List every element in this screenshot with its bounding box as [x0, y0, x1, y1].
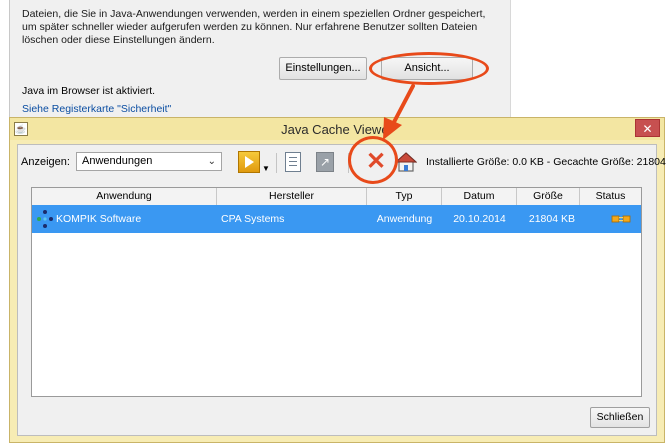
cache-viewer-dialog: ☕ Java Cache Viewer ✕ Anzeigen: Anwendun… — [9, 117, 667, 443]
cache-size-info: Installierte Größe: 0.0 KB - Gecachte Gr… — [426, 156, 667, 168]
annotation-ring-delete — [348, 136, 398, 184]
dialog-titlebar[interactable]: ☕ Java Cache Viewer ✕ — [10, 118, 664, 140]
column-header-vendor[interactable]: Hersteller — [217, 188, 367, 205]
table-header: Anwendung Hersteller Typ Datum Größe Sta… — [32, 188, 641, 206]
security-tab-link[interactable]: Siehe Registerkarte "Sicherheit" — [22, 103, 171, 115]
show-label: Anzeigen: — [21, 156, 70, 168]
column-header-type[interactable]: Typ — [367, 188, 442, 205]
cell-date: 20.10.2014 — [453, 213, 506, 225]
properties-icon[interactable] — [285, 152, 301, 172]
cell-size: 21804 KB — [528, 213, 575, 225]
toolbar: Anzeigen: Anwendungen ⌄ ▼ ↗ ✕ Installier… — [18, 145, 667, 179]
column-header-date[interactable]: Datum — [442, 188, 517, 205]
cell-application: KOMPIK Software — [56, 213, 142, 225]
close-button[interactable]: Schließen — [590, 407, 650, 428]
show-select-value: Anwendungen — [82, 155, 153, 167]
home-icon[interactable] — [395, 151, 417, 173]
shortcut-icon[interactable]: ↗ — [316, 152, 334, 172]
cache-description: Dateien, die Sie in Java-Anwendungen ver… — [22, 8, 486, 46]
plug-icon — [611, 215, 631, 223]
table-row[interactable]: KOMPIK Software CPA Systems Anwendung 20… — [32, 205, 641, 233]
show-select[interactable]: Anwendungen ⌄ — [76, 152, 222, 171]
settings-button[interactable]: Einstellungen... — [279, 57, 367, 80]
cell-type: Anwendung — [376, 213, 433, 225]
dialog-title: Java Cache Viewer — [281, 122, 393, 137]
annotation-ring-view — [369, 52, 489, 85]
cell-vendor: CPA Systems — [221, 213, 285, 225]
chevron-down-icon: ⌄ — [207, 156, 216, 167]
browser-status-text: Java im Browser ist aktiviert. — [22, 85, 156, 97]
column-header-size[interactable]: Größe — [517, 188, 580, 205]
run-icon[interactable] — [238, 151, 260, 173]
toolbar-separator — [276, 153, 277, 173]
application-icon — [37, 210, 53, 228]
column-header-application[interactable]: Anwendung — [32, 188, 217, 205]
column-header-status[interactable]: Status — [580, 188, 641, 205]
close-icon[interactable]: ✕ — [635, 119, 660, 137]
run-dropdown-icon[interactable]: ▼ — [262, 164, 270, 173]
dialog-content: Anzeigen: Anwendungen ⌄ ▼ ↗ ✕ Installier… — [17, 144, 667, 436]
cache-table[interactable]: Anwendung Hersteller Typ Datum Größe Sta… — [31, 187, 642, 397]
